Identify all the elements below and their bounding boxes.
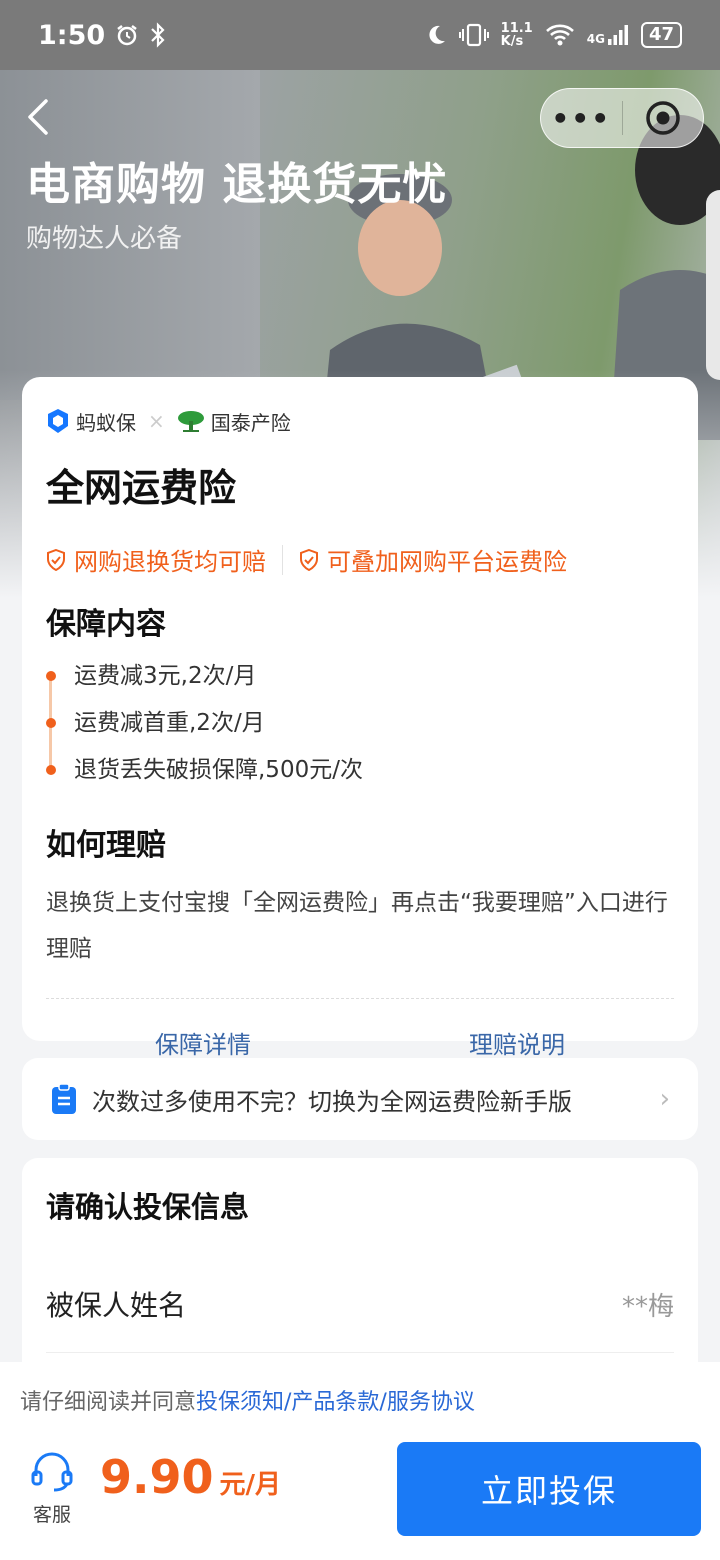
shield-check-icon [300,548,318,571]
coverage-item-text: 运费减首重,2次/月 [74,710,265,736]
field-divider [46,1352,674,1353]
hero-title: 电商购物 退换货无忧 [26,159,448,210]
network-type: 4G [586,32,605,46]
back-button[interactable] [20,95,60,139]
vibrate-icon [458,23,489,47]
status-bar: 1:50 11.1 K/s 4G 47 [0,0,720,70]
battery-indicator: 47 [640,22,682,48]
price-amount: 9.90 [100,1450,214,1504]
buy-insurance-button[interactable]: 立即投保 [397,1442,701,1536]
shield-check-icon [47,548,65,571]
coverage-item: 运费减3元,2次/月 [46,661,674,708]
signal-icon [607,25,628,45]
insured-name-label: 被保人姓名 [46,1289,187,1322]
close-miniapp-button[interactable] [623,99,704,137]
agreement-links[interactable]: 投保须知/产品条款/服务协议 [196,1390,475,1415]
switch-banner-text: 次数过多使用不完？切换为全网运费险新手版 [92,1087,572,1116]
coverage-item-text: 运费减3元,2次/月 [74,663,257,689]
product-card: 蚂蚁保 × 国泰产险 全网运费险 网购退换货均可赔 可叠加网购平台运费险 保障内… [22,377,698,1059]
claim-guide-link[interactable]: 理赔说明 [360,1025,674,1060]
customer-service-button[interactable]: 客服 [24,1452,80,1527]
confirm-title: 请确认投保信息 [46,1190,250,1224]
bluetooth-icon [151,22,165,48]
coverage-dot [46,671,56,681]
side-scroll-edge [706,190,720,380]
clipboard-icon [52,1083,76,1114]
net-speed-unit: K/s [500,34,524,49]
guotai-tree-logo-icon [177,411,204,432]
brand-separator: × [148,409,165,433]
feature-tag-text: 可叠加网购平台运费险 [327,548,567,576]
coverage-details-link[interactable]: 保障详情 [46,1025,360,1060]
product-title: 全网运费险 [46,466,237,510]
coverage-list: 运费减3元,2次/月 运费减首重,2次/月 退货丢失破损保障,500元/次 [46,661,674,802]
bottom-action-bar: 请仔细阅读并同意投保须知/产品条款/服务协议 客服 9.90 元/月 立即投保 [0,1362,720,1560]
coverage-dot [46,765,56,775]
brand-antbao: 蚂蚁保 [76,410,136,435]
coverage-dot [46,718,56,728]
insured-name-row[interactable]: 被保人姓名 **梅 [46,1284,674,1324]
headset-icon [31,1452,73,1492]
coverage-item: 运费减首重,2次/月 [46,708,674,755]
customer-service-label: 客服 [32,1504,71,1526]
tag-divider [282,544,283,575]
chevron-right-icon: › [659,1084,670,1114]
more-button[interactable]: ••• [541,102,622,135]
moon-icon [429,25,445,44]
price-display: 9.90 元/月 [100,1450,281,1504]
target-close-icon [646,101,680,135]
switch-version-banner[interactable]: 次数过多使用不完？切换为全网运费险新手版 › [22,1058,698,1140]
feature-tag: 可叠加网购平台运费险 [299,542,567,577]
feature-tag-text: 网购退换货均可赔 [74,548,266,576]
status-time: 1:50 [38,19,106,51]
brand-row: 蚂蚁保 × 国泰产险 [46,407,674,435]
confirm-info-card: 请确认投保信息 被保人姓名 **梅 [22,1158,698,1388]
brand-guotai: 国泰产险 [210,410,291,435]
coverage-item: 退货丢失破损保障,500元/次 [46,755,674,802]
price-unit: 元/月 [219,1470,282,1500]
agreement-text: 请仔细阅读并同意投保须知/产品条款/服务协议 [20,1384,475,1416]
claim-title: 如何理赔 [46,828,166,863]
miniapp-capsule: ••• [540,88,704,148]
claim-instructions: 退换货上支付宝搜「全网运费险」再点击“我要理赔”入口进行理赔 [46,890,668,962]
hero-subtitle: 购物达人必备 [26,224,183,254]
agreement-prefix: 请仔细阅读并同意 [20,1390,197,1415]
insured-name-value: **梅 [621,1291,674,1322]
coverage-item-text: 退货丢失破损保障,500元/次 [74,757,363,783]
antbao-logo-icon [48,409,68,433]
coverage-title: 保障内容 [46,607,166,642]
wifi-icon [545,24,574,46]
feature-tags: 网购退换货均可赔 可叠加网购平台运费险 [46,542,674,577]
feature-tag: 网购退换货均可赔 [46,542,266,577]
alarm-icon [117,25,137,46]
chevron-left-icon [28,99,48,135]
